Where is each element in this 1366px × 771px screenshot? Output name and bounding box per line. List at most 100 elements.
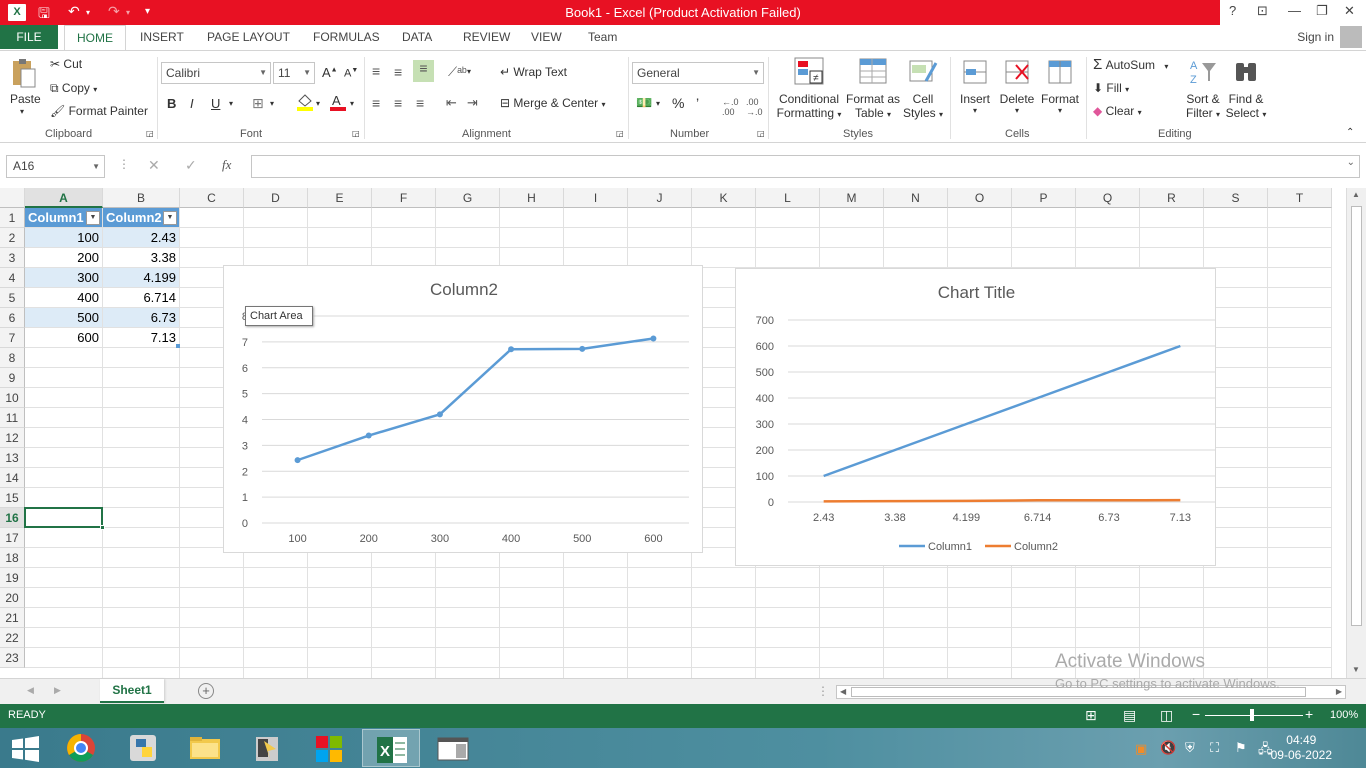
sheet-tab-sheet1[interactable]: Sheet1 — [100, 679, 164, 703]
scroll-up-icon[interactable]: ▲ — [1352, 190, 1360, 199]
clipboard-launcher-icon[interactable]: ◲ — [146, 129, 154, 138]
vertical-scrollbar[interactable]: ▲ ▼ — [1346, 188, 1366, 678]
tab-review[interactable]: REVIEW — [463, 30, 510, 44]
row-header[interactable]: 4 — [0, 268, 25, 288]
font-color-dropdown-icon[interactable]: ▾ — [350, 99, 354, 108]
find-select-button[interactable]: Find & Select ▾ — [1225, 57, 1267, 120]
row-header[interactable]: 10 — [0, 388, 25, 408]
column-header[interactable]: K — [692, 188, 756, 208]
clear-button[interactable]: ◆ Clear ▾ — [1093, 104, 1142, 118]
underline-dropdown-icon[interactable]: ▾ — [229, 99, 233, 108]
table-header-cell[interactable]: Column1 ▼ — [25, 208, 102, 227]
table-cell[interactable]: 400 — [25, 288, 102, 307]
taskbar-app[interactable] — [238, 729, 296, 767]
align-left-icon[interactable]: ≡ — [372, 95, 380, 111]
row-header[interactable]: 3 — [0, 248, 25, 268]
merge-center-button[interactable]: ⊟ Merge & Center ▾ — [500, 96, 605, 110]
delete-cells-button[interactable]: Delete ▾ — [997, 57, 1037, 115]
column-header[interactable]: R — [1140, 188, 1204, 208]
accounting-format-icon[interactable]: 💵 — [636, 95, 652, 111]
column-header[interactable]: M — [820, 188, 884, 208]
zoom-slider-thumb[interactable] — [1250, 709, 1254, 721]
row-header[interactable]: 15 — [0, 488, 25, 508]
accounting-dropdown-icon[interactable]: ▾ — [656, 99, 660, 108]
cut-button[interactable]: ✂ Cut — [50, 57, 82, 71]
filter-dropdown-icon[interactable]: ▼ — [163, 211, 177, 225]
increase-indent-icon[interactable]: ⇥ — [467, 95, 478, 111]
decrease-decimal-icon[interactable]: .00 →.0 — [746, 97, 763, 117]
table-cell[interactable]: 300 — [25, 268, 102, 287]
column-header[interactable]: P — [1012, 188, 1076, 208]
minimize-button[interactable]: — — [1288, 3, 1301, 18]
column-header[interactable]: A — [25, 188, 103, 208]
fill-button[interactable]: ⬇ Fill ▾ — [1093, 81, 1129, 95]
filter-dropdown-icon[interactable]: ▼ — [86, 211, 100, 225]
wrap-text-button[interactable]: ↵ Wrap Text — [500, 65, 567, 79]
tray-app-icon[interactable]: ▣ — [1135, 741, 1147, 757]
increase-font-size-button[interactable]: A▲ — [322, 65, 338, 80]
row-header[interactable]: 11 — [0, 408, 25, 428]
select-all-corner[interactable] — [0, 188, 25, 208]
middle-align-icon[interactable]: ≡ — [394, 64, 402, 80]
font-name-select[interactable]: Calibri ▼ — [161, 62, 271, 84]
zoom-slider-track[interactable] — [1205, 715, 1303, 716]
comma-style-button[interactable]: ’ — [696, 95, 699, 111]
column-header[interactable]: J — [628, 188, 692, 208]
taskbar-chrome[interactable] — [52, 729, 110, 767]
decrease-font-size-button[interactable]: A▼ — [344, 67, 358, 80]
row-header[interactable]: 21 — [0, 608, 25, 628]
table-cell[interactable]: 6.714 — [103, 288, 179, 307]
column-header[interactable]: G — [436, 188, 500, 208]
collapse-ribbon-icon[interactable]: ⌃ — [1346, 127, 1354, 138]
underline-button[interactable]: U — [211, 96, 220, 111]
row-header[interactable]: 8 — [0, 348, 25, 368]
row-header[interactable]: 1 — [0, 208, 25, 228]
column-header[interactable]: S — [1204, 188, 1268, 208]
add-sheet-button[interactable]: + — [198, 683, 214, 699]
chart-title-chart[interactable]: Chart Title 0 100 200 300 400 500 600 700 2.43 3.3… — [735, 268, 1216, 566]
table-cell[interactable]: 500 — [25, 308, 102, 327]
scroll-left-icon[interactable]: ◀ — [840, 687, 846, 696]
split-handle-icon[interactable]: ⋮ — [817, 684, 829, 698]
number-launcher-icon[interactable]: ◲ — [757, 129, 765, 138]
table-cell[interactable]: 2.43 — [103, 228, 179, 247]
row-header[interactable]: 16 — [0, 508, 25, 528]
copy-button[interactable]: ⧉ Copy ▾ — [50, 81, 97, 96]
row-header[interactable]: 12 — [0, 428, 25, 448]
table-cell[interactable]: 600 — [25, 328, 102, 347]
restore-button[interactable]: ❐ — [1316, 3, 1328, 19]
format-cells-button[interactable]: Format ▾ — [1039, 57, 1081, 115]
user-avatar-icon[interactable] — [1340, 26, 1362, 48]
borders-dropdown-icon[interactable]: ▾ — [270, 99, 274, 108]
orientation-icon[interactable]: ⟋ᵃᵇ — [448, 64, 467, 80]
tray-shield-icon[interactable]: ⛨ — [1185, 740, 1195, 756]
percent-style-button[interactable]: % — [672, 95, 684, 111]
action-center-flag-icon[interactable]: ⚑ — [1235, 740, 1247, 756]
table-header-cell[interactable]: Column2 ▼ — [103, 208, 179, 227]
format-painter-button[interactable]: 🖌 Format Painter — [50, 104, 148, 118]
help-button[interactable]: ? — [1229, 3, 1236, 18]
insert-cells-button[interactable]: Insert ▾ — [955, 57, 995, 115]
column-header[interactable]: B — [103, 188, 180, 208]
number-format-select[interactable]: General ▼ — [632, 62, 764, 84]
tab-file[interactable]: FILE — [0, 25, 58, 49]
borders-icon[interactable]: ⊞ — [252, 95, 264, 112]
decrease-indent-icon[interactable]: ⇤ — [446, 95, 457, 111]
row-header[interactable]: 17 — [0, 528, 25, 548]
row-header[interactable]: 13 — [0, 448, 25, 468]
vertical-scroll-thumb[interactable] — [1351, 206, 1362, 626]
scroll-down-icon[interactable]: ▼ — [1352, 665, 1360, 674]
tab-view[interactable]: VIEW — [531, 30, 562, 44]
tab-formulas[interactable]: FORMULAS — [313, 30, 380, 44]
taskbar-clock[interactable]: 04:49 09-06-2022 — [1271, 733, 1332, 763]
row-header[interactable]: 14 — [0, 468, 25, 488]
table-cell[interactable]: 200 — [25, 248, 102, 267]
table-cell[interactable]: 100 — [25, 228, 102, 247]
taskbar-window[interactable] — [424, 729, 482, 767]
table-cell[interactable]: 7.13 — [103, 328, 179, 347]
selected-cell-a16[interactable] — [24, 507, 105, 530]
column-header[interactable]: E — [308, 188, 372, 208]
column-header[interactable]: D — [244, 188, 308, 208]
tab-home[interactable]: HOME — [64, 25, 126, 51]
tray-sync-icon[interactable]: ⛶ — [1210, 740, 1219, 756]
